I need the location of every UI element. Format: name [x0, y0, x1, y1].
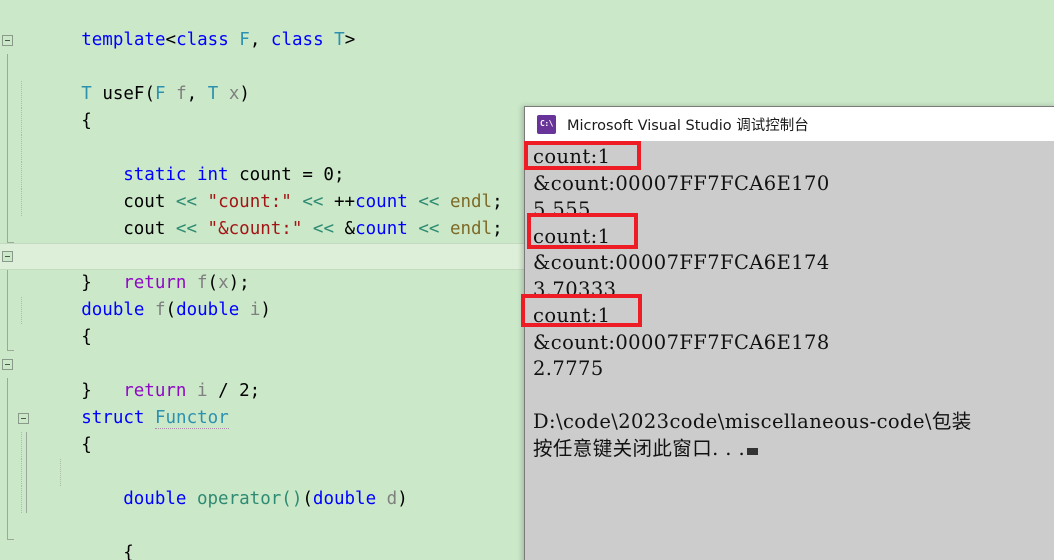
indent-guide — [21, 135, 22, 162]
scope-guide — [7, 513, 14, 540]
scope-guide — [7, 378, 8, 405]
indent-guide — [21, 81, 22, 108]
console-window[interactable]: C:\ Microsoft Visual Studio 调试控制台 count:… — [524, 106, 1054, 560]
indent-guide — [60, 459, 61, 486]
console-line: 2.7775 — [533, 357, 604, 380]
console-line: &count:00007FF7FCA6E170 — [533, 171, 830, 195]
scope-guide-inner — [26, 486, 27, 513]
console-cursor — [747, 447, 759, 455]
scope-guide — [7, 270, 8, 297]
scope-guide — [7, 459, 8, 486]
scope-guide — [7, 486, 8, 513]
scope-guide — [7, 108, 8, 135]
indent-guide — [21, 459, 22, 486]
console-line: 5.555 — [533, 198, 591, 221]
indent-guide — [21, 108, 22, 135]
scope-guide — [7, 216, 14, 243]
console-line: 3.70333 — [533, 277, 617, 301]
console-line-path: D:\code\2023code\miscellaneous-code\包装 — [533, 410, 972, 433]
scope-guide — [7, 189, 8, 216]
code-line[interactable]: T useF(F f, T x) — [0, 27, 1054, 104]
console-titlebar[interactable]: C:\ Microsoft Visual Studio 调试控制台 — [525, 107, 1054, 141]
code-line[interactable]: template<class F, class T> — [0, 0, 1054, 50]
scope-guide — [7, 297, 8, 324]
console-line: count:1 — [533, 224, 611, 248]
console-line: count:1 — [533, 304, 611, 327]
fold-toggle-icon[interactable] — [2, 35, 13, 46]
console-line: &count:00007FF7FCA6E174 — [533, 251, 830, 274]
scope-guide — [7, 162, 8, 189]
console-output[interactable]: count:1 &count:00007FF7FCA6E170 5.555 co… — [525, 141, 1054, 560]
indent-guide — [21, 297, 22, 324]
console-line: count:1 — [533, 145, 611, 168]
fold-toggle-icon[interactable] — [2, 359, 13, 370]
indent-guide — [21, 432, 22, 459]
scope-guide — [7, 324, 14, 351]
scope-guide — [7, 432, 8, 459]
console-prompt-text: 按任意键关闭此窗口. . . — [533, 436, 746, 460]
code-line[interactable]: { — [0, 54, 1054, 131]
fold-toggle-icon[interactable] — [18, 413, 29, 424]
console-icon-glyph: C:\ — [540, 119, 553, 128]
code-line[interactable]: static int count = 0; — [0, 81, 1054, 185]
scope-guide — [7, 54, 8, 81]
console-line-prompt: 按任意键关闭此窗口. . . — [533, 436, 1054, 463]
scope-guide — [7, 81, 8, 108]
console-line: &count:00007FF7FCA6E178 — [533, 330, 830, 354]
scope-guide — [7, 135, 8, 162]
indent-guide — [21, 162, 22, 189]
scope-guide-inner — [26, 459, 27, 486]
scope-guide-inner — [26, 432, 27, 459]
scope-guide — [7, 405, 8, 432]
indent-guide — [21, 486, 22, 513]
screenshot-root: template<class F, class T> T useF(F f, T… — [0, 0, 1054, 560]
indent-guide — [21, 189, 22, 216]
console-title: Microsoft Visual Studio 调试控制台 — [567, 117, 809, 134]
console-window-icon: C:\ — [537, 114, 556, 134]
fold-toggle-icon[interactable] — [2, 251, 13, 262]
